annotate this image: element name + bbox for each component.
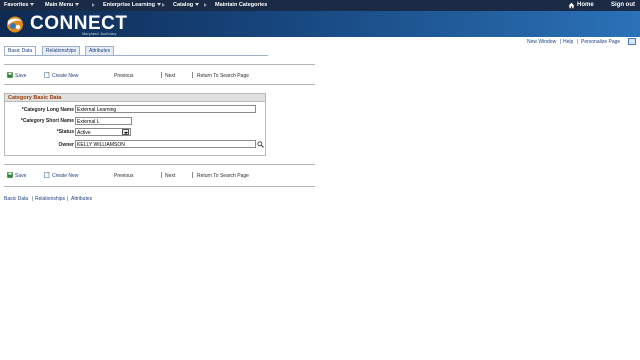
previous-button[interactable]: Previous: [114, 173, 133, 179]
tab-attributes-label: Attributes: [89, 48, 111, 54]
nav-maintain-categories-label: Maintain Categories: [215, 2, 268, 8]
tab-basic-data-label: Basic Data: [8, 48, 33, 54]
nav-main-menu[interactable]: Main Menu: [45, 2, 80, 8]
tab-underline: [4, 55, 268, 56]
previous-button[interactable]: Previous: [114, 73, 133, 79]
utility-separator: |: [560, 39, 562, 45]
divider: [4, 64, 315, 65]
bottom-link-separator: |: [32, 196, 34, 202]
logo-subtitle: Maryland Judiciary: [82, 32, 117, 36]
nav-favorites-label: Favorites: [4, 2, 29, 8]
dropdown-arrow-icon[interactable]: [122, 129, 129, 135]
create-new-button[interactable]: Create New: [52, 173, 78, 179]
tab-relationships-label: Relationships: [46, 48, 77, 54]
new-window-link[interactable]: New Window: [527, 39, 556, 45]
save-button[interactable]: Save: [15, 73, 26, 79]
category-long-name-label: *Category Long Name: [21, 107, 74, 113]
toolbar-separator: [192, 72, 193, 78]
divider: [4, 84, 315, 85]
nav-favorites[interactable]: Favorites: [4, 2, 35, 8]
help-link[interactable]: Help: [563, 39, 573, 45]
nav-catalog[interactable]: Catalog: [173, 2, 200, 8]
category-short-name-field[interactable]: External L: [75, 117, 132, 125]
chevron-down-icon: [75, 3, 80, 7]
breadcrumb-arrow-icon: [92, 3, 95, 7]
status-label: *Status: [56, 129, 74, 135]
home-icon[interactable]: [568, 2, 575, 9]
owner-field[interactable]: KELLY WILLIAMSON: [75, 140, 256, 148]
utility-separator: |: [577, 39, 579, 45]
status-selected-value: Active: [77, 130, 91, 136]
tab-attributes[interactable]: Attributes: [85, 46, 115, 55]
bottom-link-attributes[interactable]: Attributes: [71, 196, 92, 202]
save-icon[interactable]: [7, 72, 13, 78]
bottom-link-relationships[interactable]: Relationships: [35, 196, 65, 202]
nav-main-menu-label: Main Menu: [45, 2, 74, 8]
nav-catalog-label: Catalog: [173, 2, 194, 8]
toolbar-separator: [161, 72, 162, 78]
toolbar-separator: [192, 172, 193, 178]
next-button[interactable]: Next: [165, 73, 175, 79]
connect-logo-icon: [7, 16, 23, 33]
nav-enterprise-learning-label: Enterprise Learning: [103, 2, 155, 8]
create-new-icon[interactable]: [44, 72, 50, 78]
group-title: Category Basic Data: [5, 94, 265, 102]
breadcrumb-arrow-icon: [162, 3, 165, 7]
create-new-icon[interactable]: [44, 172, 50, 178]
personalize-page-link[interactable]: Personalize Page: [581, 39, 620, 45]
bottom-link-basic-data[interactable]: Basic Data: [4, 196, 28, 202]
bottom-link-separator: |: [67, 196, 69, 202]
top-nav-bar: Favorites Main Menu Enterprise Learning …: [0, 0, 640, 11]
toolbar-separator: [161, 172, 162, 178]
nav-maintain-categories[interactable]: Maintain Categories: [215, 2, 267, 8]
owner-label: Owner: [58, 142, 74, 148]
header-banner: CONNECT Maryland Judiciary: [0, 11, 640, 37]
personalize-icon[interactable]: [628, 38, 636, 45]
divider: [4, 186, 315, 187]
return-to-search-button[interactable]: Return To Search Page: [197, 73, 249, 79]
next-button[interactable]: Next: [165, 173, 175, 179]
category-short-name-label: *Category Short Name: [20, 118, 74, 124]
tab-relationships[interactable]: Relationships: [42, 46, 81, 55]
category-long-name-field[interactable]: External Learning: [75, 105, 256, 113]
create-new-button[interactable]: Create New: [52, 73, 78, 79]
chevron-down-icon: [195, 3, 200, 7]
chevron-down-icon: [30, 3, 35, 7]
divider: [4, 164, 315, 165]
chevron-down-icon: [156, 3, 161, 7]
lookup-magnifier-icon[interactable]: [257, 141, 264, 148]
home-link[interactable]: Home: [577, 2, 594, 8]
breadcrumb-arrow-icon: [204, 3, 207, 7]
sign-out-link[interactable]: Sign out: [611, 2, 635, 8]
return-to-search-button[interactable]: Return To Search Page: [197, 173, 249, 179]
save-button[interactable]: Save: [15, 173, 26, 179]
save-icon[interactable]: [7, 172, 13, 178]
nav-enterprise-learning[interactable]: Enterprise Learning: [103, 2, 161, 8]
tab-basic-data[interactable]: Basic Data: [4, 46, 37, 55]
